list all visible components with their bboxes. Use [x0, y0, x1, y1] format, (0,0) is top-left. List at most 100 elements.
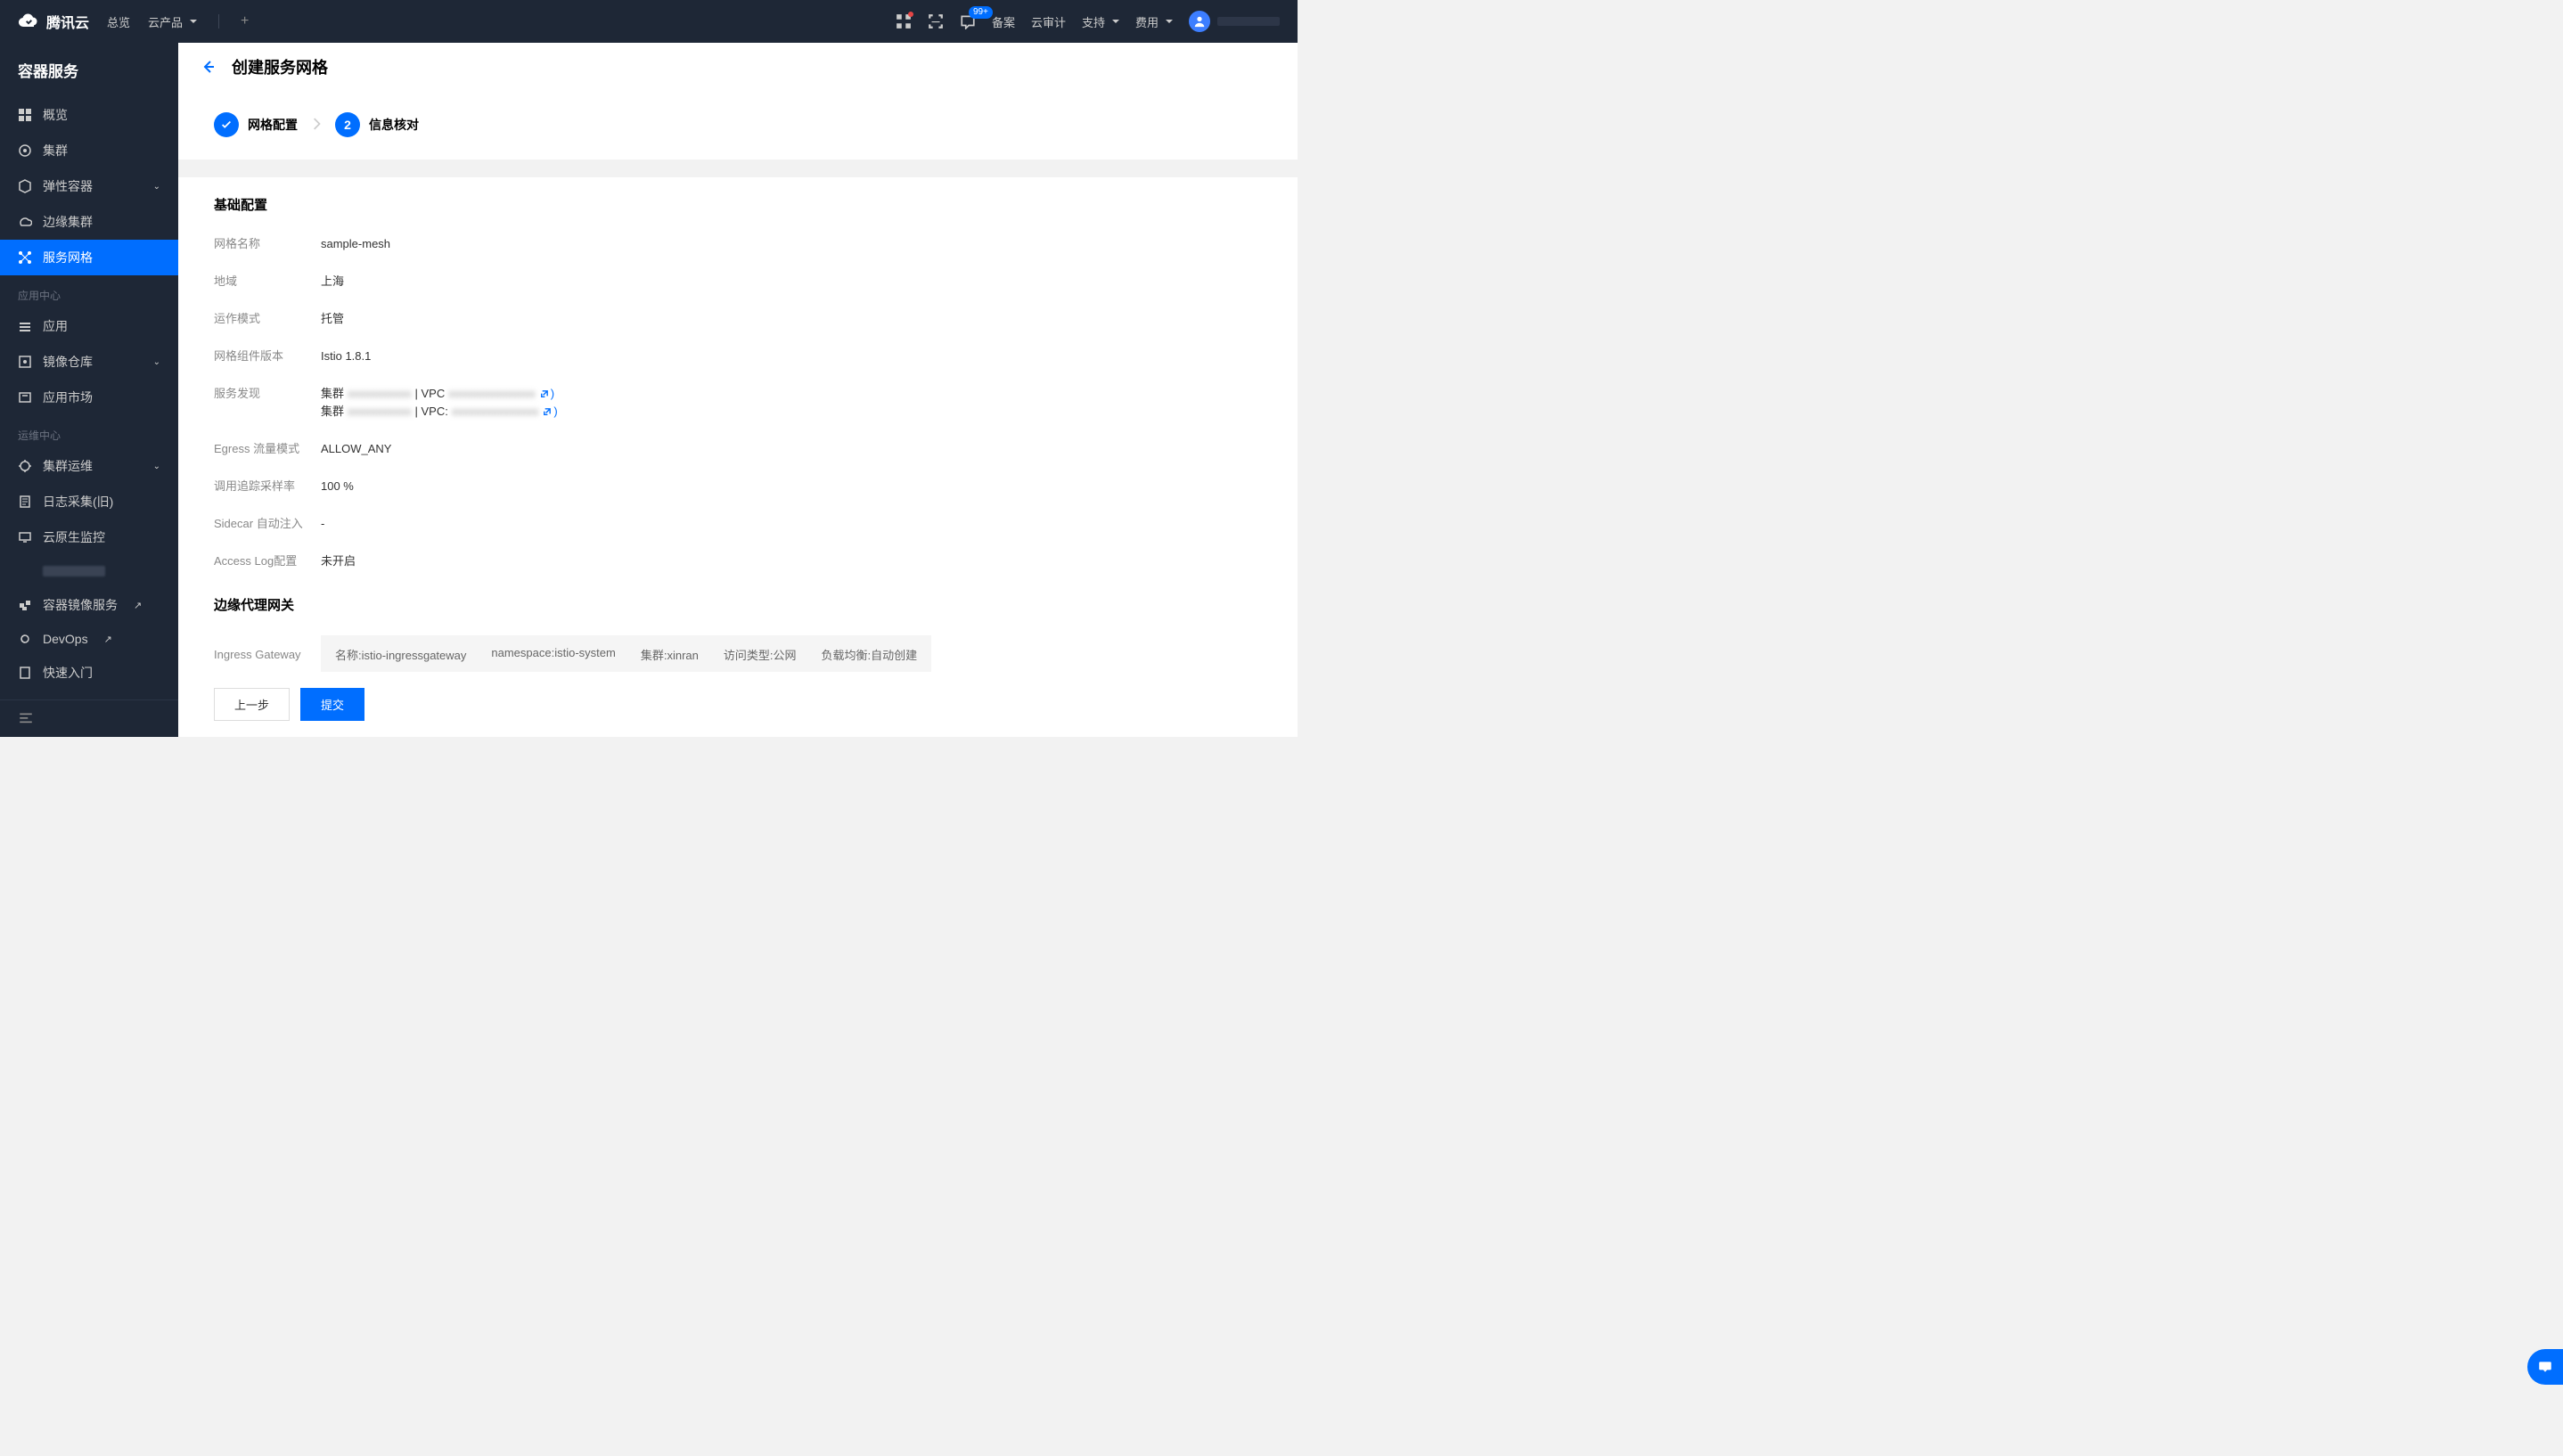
cluster-icon: [18, 143, 32, 158]
submit-button[interactable]: 提交: [300, 688, 364, 721]
brand-logo[interactable]: 腾讯云: [18, 11, 89, 32]
section-title-basic: 基础配置: [214, 195, 1262, 214]
field-label: 网格名称: [214, 235, 321, 253]
sidebar-item-app[interactable]: 应用: [0, 308, 178, 344]
redacted-text: xxxxxxxxxxxxxxx: [448, 385, 536, 403]
field-label: 服务发现: [214, 385, 321, 403]
sidebar-item-cluster-ops[interactable]: 集群运维 ⌄: [0, 448, 178, 484]
sidebar-label: 云原生监控: [43, 528, 105, 546]
field-label: Sidecar 自动注入: [214, 515, 321, 533]
field-label: 调用追踪采样率: [214, 478, 321, 495]
chevron-down-icon: ⌄: [153, 462, 160, 471]
sidebar-item-hidden[interactable]: [0, 555, 178, 587]
field-value: Istio 1.8.1: [321, 348, 371, 365]
nav-add-icon[interactable]: +: [241, 13, 249, 29]
field-value: sample-mesh: [321, 235, 390, 253]
sidebar-item-log[interactable]: 日志采集(旧): [0, 484, 178, 519]
user-name-placeholder: [1217, 17, 1280, 26]
page-header: 创建服务网格: [178, 43, 1298, 91]
log-icon: [18, 495, 32, 509]
gateway-namespace: namespace:istio-system: [491, 646, 615, 663]
back-arrow-icon[interactable]: [200, 58, 217, 76]
external-link-icon[interactable]: ): [542, 403, 557, 421]
tcr-icon: [18, 598, 32, 612]
step-1[interactable]: 网格配置: [214, 112, 298, 137]
collapse-sidebar-icon[interactable]: [18, 714, 34, 728]
field-label: Ingress Gateway: [214, 646, 321, 664]
sidebar-item-cluster[interactable]: 集群: [0, 133, 178, 168]
page-title: 创建服务网格: [232, 55, 328, 78]
sidebar-label-blurred: [43, 566, 105, 577]
chevron-down-icon: ⌄: [153, 357, 160, 367]
sidebar-item-overview[interactable]: 概览: [0, 97, 178, 133]
nav-billing[interactable]: 费用: [1135, 13, 1173, 30]
field-label: 地域: [214, 273, 321, 290]
app-icon: [18, 319, 32, 333]
cloud-icon: [18, 11, 39, 32]
sidebar-item-market[interactable]: 应用市场: [0, 380, 178, 415]
field-label: 运作模式: [214, 310, 321, 328]
external-link-icon[interactable]: ): [539, 385, 554, 403]
message-badge: 99+: [969, 6, 993, 19]
step-2[interactable]: 2 信息核对: [335, 112, 419, 137]
sidebar-title: 容器服务: [0, 43, 178, 97]
nav-icp[interactable]: 备案: [992, 13, 1015, 30]
sidebar-item-image-repo[interactable]: 镜像仓库 ⌄: [0, 344, 178, 380]
placeholder-icon: [18, 564, 32, 578]
edge-icon: [18, 215, 32, 229]
sidebar-item-edge[interactable]: 边缘集群: [0, 204, 178, 240]
chat-fab[interactable]: [2527, 1349, 2563, 1385]
sidebar-label: 应用: [43, 317, 68, 335]
sidebar-label: 容器镜像服务: [43, 596, 118, 614]
field-label: Access Log配置: [214, 552, 321, 570]
section-title-gateway: 边缘代理网关: [214, 595, 1262, 614]
field-value: 托管: [321, 310, 344, 328]
scan-icon[interactable]: [928, 13, 944, 29]
sidebar-label: DevOps: [43, 632, 88, 646]
sidebar-item-tcr[interactable]: 容器镜像服务 ↗: [0, 587, 178, 623]
field-mesh-name: 网格名称 sample-mesh: [214, 235, 1262, 253]
footer-actions: 上一步 提交: [178, 672, 1298, 737]
nav-support[interactable]: 支持: [1082, 13, 1119, 30]
grid-icon: [18, 108, 32, 122]
step-label: 信息核对: [369, 116, 419, 134]
external-link-icon: ↗: [104, 634, 112, 645]
field-mode: 运作模式 托管: [214, 310, 1262, 328]
sidebar-group-ops: 运维中心: [0, 415, 178, 448]
sidebar-item-quickstart[interactable]: 快速入门: [0, 655, 178, 691]
elastic-icon: [18, 179, 32, 193]
prev-button[interactable]: 上一步: [214, 688, 290, 721]
sidebar-group-app: 应用中心: [0, 275, 178, 308]
field-sidecar: Sidecar 自动注入 -: [214, 515, 1262, 533]
sidebar-item-mesh[interactable]: 服务网格: [0, 240, 178, 275]
top-nav: 腾讯云 总览 云产品 + 99+ 备案 云审计 支持 费用: [0, 0, 1298, 43]
field-ingress-gateway: Ingress Gateway 名称:istio-ingressgateway …: [214, 635, 1262, 672]
user-menu[interactable]: [1189, 11, 1280, 32]
sidebar-label: 集群: [43, 142, 68, 160]
nav-products[interactable]: 云产品: [148, 13, 197, 30]
field-value: -: [321, 515, 324, 533]
nav-separator: [218, 14, 219, 29]
field-label: 网格组件版本: [214, 348, 321, 365]
sidebar-item-monitor[interactable]: 云原生监控: [0, 519, 178, 555]
nav-audit[interactable]: 云审计: [1031, 13, 1066, 30]
redacted-text: xxxxxxxxxxx: [348, 385, 412, 403]
sidebar-item-devops[interactable]: DevOps ↗: [0, 623, 178, 655]
sidebar-label: 概览: [43, 106, 68, 124]
gateway-cluster: 集群:xinran: [641, 646, 699, 663]
field-value: 未开启: [321, 552, 356, 570]
field-discovery: 服务发现 集群 xxxxxxxxxxx | VPC xxxxxxxxxxxxxx…: [214, 385, 1262, 421]
sidebar-item-elastic[interactable]: 弹性容器 ⌄: [0, 168, 178, 204]
book-icon: [18, 666, 32, 680]
step-number: 2: [335, 112, 360, 137]
nav-overview[interactable]: 总览: [107, 13, 130, 30]
sidebar-label: 日志采集(旧): [43, 493, 113, 511]
sidebar-label: 应用市场: [43, 389, 93, 406]
field-value: 集群 xxxxxxxxxxx | VPC xxxxxxxxxxxxxxx ) 集…: [321, 385, 558, 421]
message-icon[interactable]: 99+: [960, 13, 976, 29]
field-access-log: Access Log配置 未开启: [214, 552, 1262, 570]
sidebar-label: 快速入门: [43, 664, 93, 682]
main-content: 创建服务网格 网格配置 2 信息核对: [178, 43, 1298, 737]
grid-icon[interactable]: [896, 13, 912, 29]
mesh-icon: [18, 250, 32, 265]
